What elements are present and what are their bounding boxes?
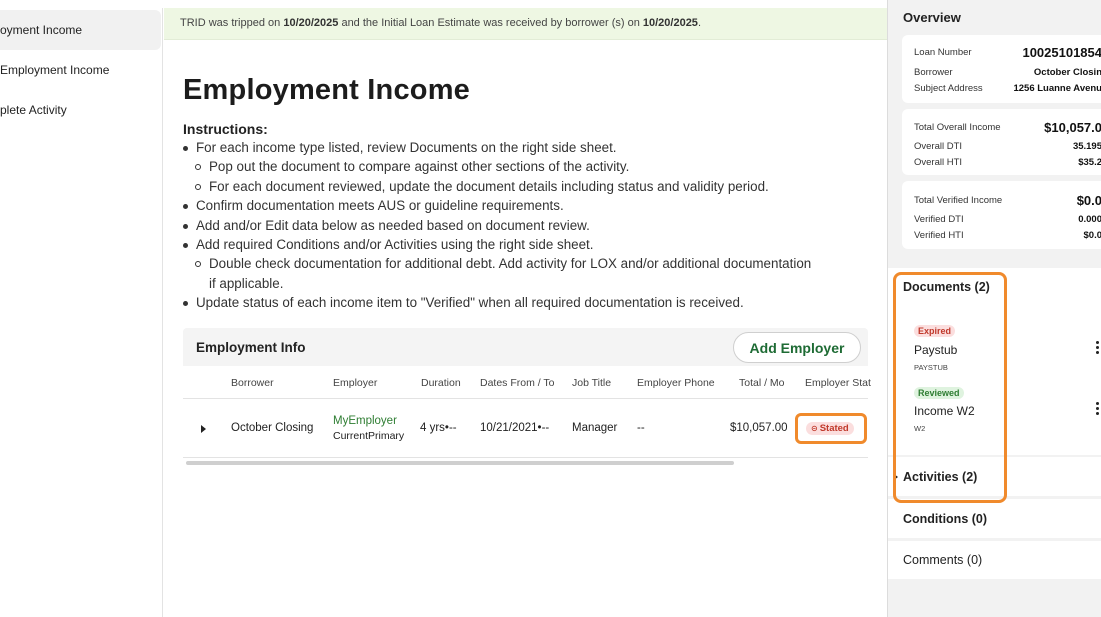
column-header[interactable]: Borrower [231, 377, 274, 389]
banner-text: TRID was tripped on [180, 17, 284, 29]
cell-duration: 4 yrs•-- [420, 422, 457, 434]
conditions-title[interactable]: Conditions (0) [903, 512, 987, 526]
overview-verified-box: Total Verified Income $0.0 Verified DTI 0.… [902, 181, 1101, 249]
employment-info-header: Employment Info Add Employer [183, 328, 868, 366]
status-dot-icon: ⊝ [811, 424, 818, 433]
instructions-heading: Instructions: [183, 121, 268, 137]
instruction-item: Confirm documentation meets AUS or guide… [183, 196, 873, 215]
conditions-section[interactable]: Conditions (0) [888, 499, 1101, 538]
horizontal-scrollbar[interactable] [186, 461, 734, 465]
loan-number: 10025101854 [1022, 45, 1101, 60]
column-header[interactable]: Dates From / To [480, 377, 555, 389]
right-side-sheet: Overview Loan Number 10025101854 Borrower… [887, 0, 1101, 617]
overall-hti: $35.2 [1078, 157, 1101, 168]
table-header: Borrower Employer Duration Dates From / … [183, 366, 871, 399]
subject-address: 1256 Luanne Avenu [1013, 83, 1101, 94]
instruction-subitem: Pop out the document to compare against … [183, 157, 873, 176]
employment-info-card: Employment Info Add Employer Borrower Em… [183, 328, 871, 465]
column-header[interactable]: Employer Phone [637, 377, 715, 389]
column-header[interactable]: Duration [421, 377, 461, 389]
nav-item-employment-income[interactable]: oyment Income [0, 10, 161, 50]
column-header[interactable]: Job Title [572, 377, 611, 389]
instruction-item: Update status of each income item to "Ve… [183, 293, 873, 312]
instruction-subitem: For each document reviewed, update the d… [183, 177, 873, 196]
cell-total: $10,057.00 [730, 422, 788, 434]
banner-text: and the Initial Loan Estimate was receiv… [338, 17, 643, 29]
cell-employer-type: CurrentPrimary [333, 430, 405, 442]
comments-section[interactable]: Comments (0) [888, 541, 1101, 579]
verified-dti: 0.000 [1078, 214, 1101, 225]
main-content: Employment Income Instructions: For each… [164, 40, 887, 617]
page-title: Employment Income [183, 74, 471, 106]
more-options-icon[interactable] [1096, 341, 1100, 356]
cell-borrower: October Closing [231, 422, 314, 434]
nav-item-self-employment-income[interactable]: Employment Income [0, 50, 161, 90]
overview-loan-box: Loan Number 10025101854 Borrower October C… [902, 35, 1101, 103]
instruction-item: For each income type listed, review Docu… [183, 138, 873, 157]
add-employer-button[interactable]: Add Employer [733, 332, 861, 363]
cell-phone: -- [637, 422, 645, 434]
expand-row-icon[interactable] [201, 425, 206, 433]
status-highlight: ⊝ Stated [795, 413, 867, 444]
verified-hti: $0.0 [1083, 230, 1101, 241]
banner-received-date: 10/20/2025 [642, 17, 698, 29]
nav-item-label: Employment Income [0, 63, 110, 77]
more-options-icon[interactable] [1096, 402, 1100, 417]
table-row[interactable]: October Closing MyEmployer CurrentPrimar… [183, 400, 868, 458]
instruction-subitem: Double check documentation for additiona… [183, 254, 873, 273]
total-verified-income: $0.0 [1076, 193, 1101, 208]
documents-highlight [893, 272, 1007, 503]
column-header[interactable]: Total / Mo [739, 377, 785, 389]
overview-income-box: Total Overall Income $10,057.0 Overall DT… [902, 109, 1101, 175]
overview-title: Overview [903, 10, 961, 25]
overview-borrower: October Closin [1033, 67, 1101, 78]
employment-info-title: Employment Info [196, 340, 306, 355]
total-overall-income: $10,057.0 [1044, 120, 1101, 135]
instruction-subitem-continued: if applicable. [209, 275, 284, 291]
overall-dti: 35.195 [1072, 141, 1101, 152]
instruction-item: Add and/or Edit data below as needed bas… [183, 216, 873, 235]
instructions-list: For each income type listed, review Docu… [183, 138, 873, 313]
trid-banner: TRID was tripped on 10/20/2025 and the I… [164, 8, 887, 40]
comments-title[interactable]: Comments (0) [903, 553, 982, 567]
column-header[interactable]: Employer Stat [805, 377, 871, 389]
status-badge[interactable]: ⊝ Stated [806, 422, 854, 435]
instruction-item: Add required Conditions and/or Activitie… [183, 235, 873, 254]
banner-tripped-date: 10/20/2025 [283, 17, 339, 29]
nav-item-complete-activity[interactable]: plete Activity [0, 90, 161, 130]
cell-employer-link[interactable]: MyEmployer [333, 415, 397, 427]
column-header[interactable]: Employer [333, 377, 377, 389]
banner-text: . [697, 17, 701, 29]
cell-job-title: Manager [572, 422, 618, 434]
nav-item-label: plete Activity [0, 103, 67, 117]
nav-item-label: oyment Income [0, 23, 83, 37]
left-nav: oyment Income Employment Income plete Ac… [0, 8, 163, 617]
cell-dates: 10/21/2021•-- [480, 422, 550, 434]
